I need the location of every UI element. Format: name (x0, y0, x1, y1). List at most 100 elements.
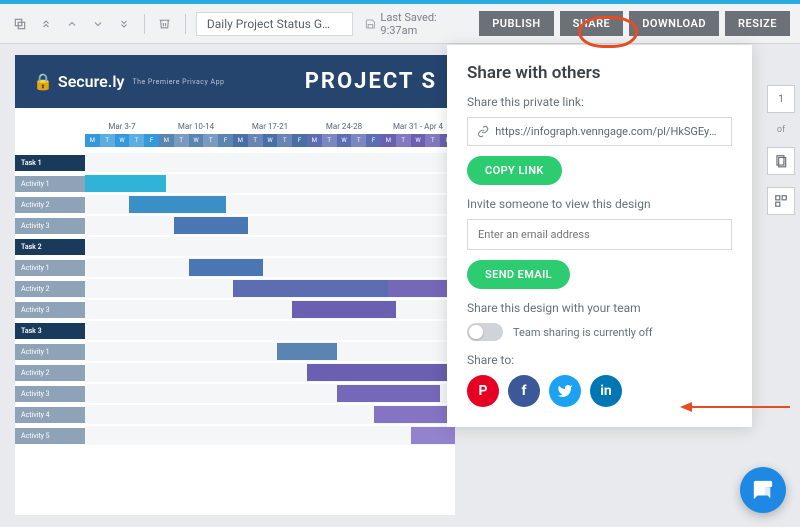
day-cell: T (425, 134, 440, 147)
gantt-bar (337, 385, 441, 402)
gantt-row: Activity 3 (15, 300, 455, 319)
day-cell: T (351, 134, 366, 147)
row-label: Task 1 (15, 155, 85, 171)
row-label: Task 3 (15, 323, 85, 339)
gantt-row: Activity 2 (15, 363, 455, 382)
day-cell: T (100, 134, 115, 147)
send-email-button[interactable]: SEND EMAIL (467, 260, 570, 289)
row-track (85, 174, 455, 193)
day-cell: T (203, 134, 218, 147)
collapse-up-icon[interactable] (36, 13, 56, 35)
design-canvas[interactable]: 🔒 Secure.ly The Premiere Privacy App PRO… (15, 55, 455, 515)
day-cell: T (248, 134, 263, 147)
gantt-row: Activity 4 (15, 405, 455, 424)
gantt-bar (174, 217, 248, 234)
twitter-icon[interactable] (549, 375, 581, 407)
team-share-label: Share this design with your team (467, 301, 732, 315)
share-link-label: Share this private link: (467, 95, 732, 109)
chevron-down-icon[interactable] (88, 13, 108, 35)
row-label: Activity 2 (15, 197, 85, 213)
day-cell: F (366, 134, 381, 147)
row-label: Activity 2 (15, 281, 85, 297)
row-track (85, 321, 455, 340)
gantt-chart: Mar 3-7MTWTFMar 10-14MTWTFMar 17-21MTWTF… (15, 108, 455, 445)
project-title: PROJECT S (305, 69, 437, 94)
share-heading: Share with others (467, 63, 732, 83)
day-cell: M (233, 134, 248, 147)
pinterest-icon[interactable]: P (467, 375, 499, 407)
day-cell: T (129, 134, 144, 147)
gantt-row: Activity 1 (15, 174, 455, 193)
lock-icon: 🔒 (33, 72, 53, 91)
row-track (85, 216, 455, 235)
week-label: Mar 31 - Apr 4 (381, 122, 455, 131)
gantt-row: Activity 3 (15, 384, 455, 403)
share-button[interactable]: SHARE (560, 11, 624, 36)
pages-icon[interactable] (767, 147, 795, 175)
resize-button[interactable]: RESIZE (725, 11, 790, 36)
row-track (85, 258, 455, 277)
day-cell: W (115, 134, 130, 147)
invite-email-input[interactable] (467, 219, 732, 250)
document-title[interactable]: Daily Project Status G… (196, 12, 353, 36)
row-label: Activity 2 (15, 365, 85, 381)
row-track (85, 195, 455, 214)
day-cell: F (218, 134, 233, 147)
day-cell: F (292, 134, 307, 147)
row-track (85, 300, 455, 319)
day-cell: M (307, 134, 322, 147)
gantt-bar (129, 196, 225, 213)
day-cell: F (144, 134, 159, 147)
share-to-label: Share to: (467, 353, 732, 367)
gantt-row: Task 1 (15, 153, 455, 172)
team-sharing-status: Team sharing is currently off (513, 326, 653, 339)
brand-tagline: The Premiere Privacy App (132, 78, 224, 86)
trash-icon[interactable] (155, 13, 175, 35)
row-label: Activity 3 (15, 386, 85, 402)
gantt-row: Activity 1 (15, 342, 455, 361)
gantt-bar (277, 343, 336, 360)
grid-icon[interactable] (767, 187, 795, 215)
week-label: Mar 17-21 (233, 122, 307, 131)
row-label: Activity 1 (15, 176, 85, 192)
row-track (85, 384, 455, 403)
day-cell: M (381, 134, 396, 147)
day-cell: T (396, 134, 411, 147)
chevron-up-icon[interactable] (62, 13, 82, 35)
row-label: Task 2 (15, 239, 85, 255)
row-track (85, 342, 455, 361)
share-panel: Share with others Share this private lin… (447, 45, 752, 427)
download-button[interactable]: DOWNLOAD (629, 11, 719, 36)
link-icon (477, 125, 489, 138)
gantt-bar (292, 301, 396, 318)
share-link-field[interactable]: https://infograph.venngage.com/pl/HkSGEy… (467, 117, 732, 146)
collapse-down-icon[interactable] (114, 13, 134, 35)
gantt-row: Activity 2 (15, 279, 455, 298)
row-label: Activity 1 (15, 344, 85, 360)
editor-toolbar: Daily Project Status G… Last Saved: 9:37… (0, 4, 800, 44)
chat-button[interactable] (740, 467, 786, 513)
week-label: Mar 24-28 (307, 122, 381, 131)
row-track (85, 237, 455, 256)
team-sharing-toggle[interactable] (467, 323, 503, 341)
week-label: Mar 10-14 (159, 122, 233, 131)
gantt-row: Activity 5 (15, 426, 455, 445)
day-cell: M (85, 134, 100, 147)
brand-name: Secure.ly (58, 72, 125, 91)
share-link-url: https://infograph.venngage.com/pl/HkSGEy… (495, 125, 722, 138)
row-track (85, 363, 455, 382)
last-saved-label: Last Saved: 9:37am (365, 11, 468, 37)
gantt-bar (189, 259, 263, 276)
linkedin-icon[interactable]: in (590, 375, 622, 407)
day-cell: W (411, 134, 426, 147)
publish-button[interactable]: PUBLISH (479, 11, 553, 36)
copy-icon[interactable] (10, 13, 30, 35)
row-label: Activity 4 (15, 407, 85, 423)
facebook-icon[interactable]: f (508, 375, 540, 407)
gantt-bar (307, 364, 455, 381)
save-icon (365, 18, 376, 30)
row-label: Activity 3 (15, 302, 85, 318)
day-cell: T (277, 134, 292, 147)
copy-link-button[interactable]: COPY LINK (467, 156, 562, 185)
page-number-box[interactable]: 1 (767, 85, 795, 113)
